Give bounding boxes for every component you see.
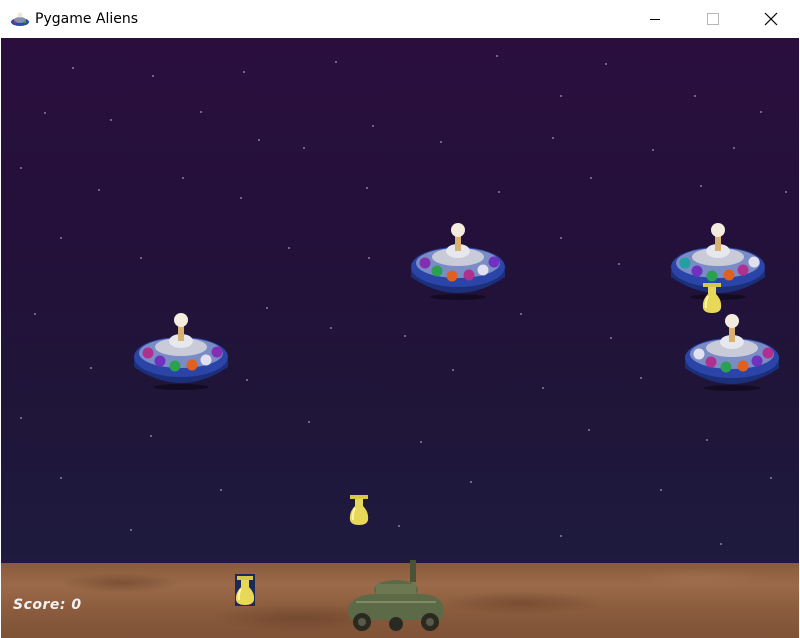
bomb-icon [348, 494, 370, 526]
close-button[interactable] [742, 0, 800, 38]
score-display: Score: 0 [13, 597, 82, 613]
ufo-icon [131, 305, 231, 393]
ufo-icon [408, 215, 508, 303]
game-window: Pygame Aliens [0, 0, 800, 638]
title-bar[interactable]: Pygame Aliens [0, 0, 800, 38]
pygame-app-icon [10, 10, 30, 28]
close-icon [764, 12, 778, 26]
minimize-icon [649, 13, 661, 25]
tank-icon[interactable] [346, 558, 446, 634]
window-title: Pygame Aliens [35, 10, 138, 28]
minimize-button[interactable] [626, 0, 684, 38]
bomb-icon [234, 574, 256, 606]
ufo-icon [682, 306, 782, 394]
maximize-icon [707, 13, 719, 25]
bomb-icon [701, 282, 723, 314]
maximize-button[interactable] [684, 0, 742, 38]
game-canvas[interactable]: Score: 0 [1, 38, 799, 638]
